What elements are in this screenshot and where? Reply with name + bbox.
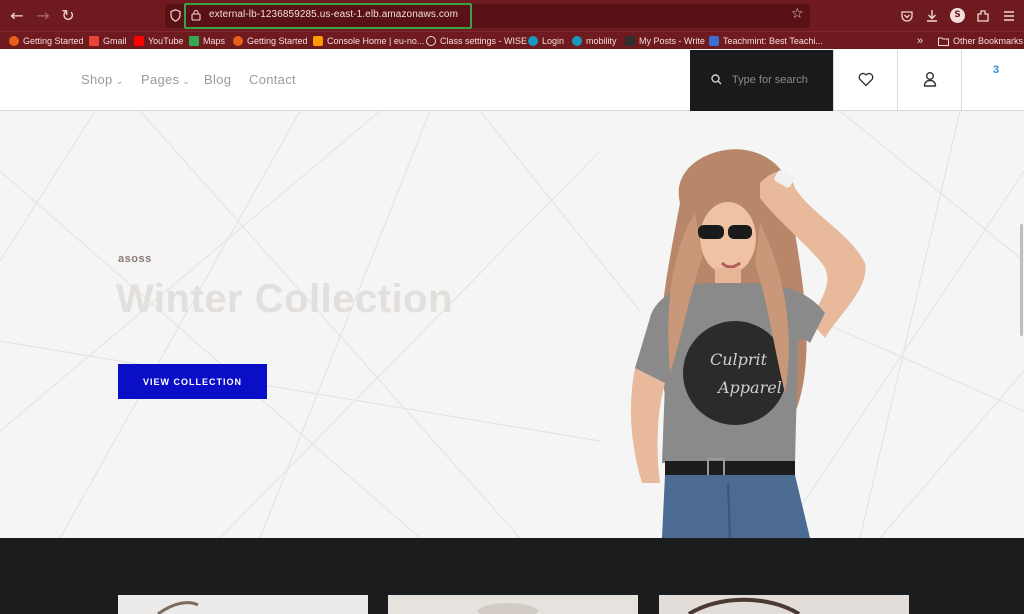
bookmark-label: Class settings - WISE: [440, 36, 528, 46]
bookmark-item[interactable]: Login: [528, 34, 564, 48]
hero-banner: asoss Winter Collection VIEW COLLECTION …: [0, 111, 1024, 538]
salesforce-icon: [528, 36, 538, 46]
other-bookmarks-label: Other Bookmarks: [953, 36, 1024, 46]
chevron-down-icon: ⌄: [182, 76, 191, 86]
globe-icon: [426, 36, 436, 46]
lock-icon[interactable]: [191, 9, 201, 21]
nav-contact[interactable]: Contact: [249, 72, 296, 87]
search-input[interactable]: [732, 71, 827, 89]
view-collection-button[interactable]: VIEW COLLECTION: [118, 364, 267, 399]
shirt-graphic: [683, 321, 787, 425]
search-box: [690, 50, 833, 111]
site-header: Shop⌄ Pages⌄ Blog Contact 3: [0, 50, 1024, 111]
featured-section: [0, 538, 1024, 614]
page-scrollbar[interactable]: [1018, 222, 1024, 342]
maps-icon: [189, 36, 199, 46]
bookmark-label: Teachmint: Best Teachi...: [723, 36, 823, 46]
chevron-down-icon: ⌄: [115, 76, 124, 86]
hero-model-image: Culprit Apparel: [630, 149, 866, 538]
bookmark-label: Getting Started: [247, 36, 308, 46]
bookmark-item[interactable]: Getting Started: [9, 34, 84, 48]
product-card-image: [118, 595, 368, 614]
nav-shop-label: Shop: [81, 72, 113, 87]
bookmark-item[interactable]: mobility: [572, 34, 617, 48]
bookmark-item[interactable]: My Posts - Write: [625, 34, 705, 48]
hero-title: Winter Collection: [116, 277, 454, 321]
bookmark-label: YouTube: [148, 36, 184, 46]
salesforce-icon: [572, 36, 582, 46]
shield-icon[interactable]: [170, 9, 181, 22]
heart-icon: [858, 72, 874, 87]
bookmark-label: Maps: [203, 36, 226, 46]
user-icon: [923, 72, 937, 87]
product-card-image: [659, 595, 909, 614]
nav-pages[interactable]: Pages ⌄: [141, 72, 190, 87]
url-text[interactable]: external-lb-1236859285.us-east-1.elb.ama…: [209, 9, 458, 20]
back-arrow-icon[interactable]: ←: [7, 6, 27, 26]
bookmark-label: Gmail: [103, 36, 127, 46]
product-card[interactable]: [118, 595, 368, 614]
teachmint-icon: [709, 36, 719, 46]
wishlist-button[interactable]: [833, 50, 897, 111]
medium-icon: [625, 36, 635, 46]
download-icon[interactable]: [924, 8, 940, 24]
profile-avatar[interactable]: S: [950, 8, 965, 23]
gmail-icon: [89, 36, 99, 46]
pocket-icon[interactable]: [899, 8, 915, 24]
bookmark-label: Getting Started: [23, 36, 84, 46]
shirt-text-bottom: Apparel: [716, 378, 782, 397]
reload-icon[interactable]: ↻: [58, 6, 78, 26]
extensions-icon[interactable]: [975, 8, 991, 24]
browser-toolbar: ← → ↻ external-lb-1236859285.us-east-1.e…: [0, 0, 1024, 31]
bookmark-item[interactable]: Console Home | eu-no...: [313, 34, 424, 48]
search-icon[interactable]: [711, 74, 722, 85]
cart-count-badge: 3: [993, 64, 1000, 76]
bookmarks-overflow-chevron-icon[interactable]: »: [917, 34, 923, 48]
nav-pages-label: Pages: [141, 72, 180, 87]
account-button[interactable]: [897, 50, 961, 111]
product-card[interactable]: [659, 595, 909, 614]
product-card[interactable]: [388, 595, 638, 614]
bookmark-item[interactable]: YouTube: [134, 34, 183, 48]
bookmark-label: Login: [542, 36, 565, 46]
bookmark-label: mobility: [586, 36, 617, 46]
bookmark-label: My Posts - Write: [639, 36, 705, 46]
other-bookmarks[interactable]: Other Bookmarks: [938, 34, 1023, 48]
firefox-icon: [9, 36, 19, 46]
scrollbar-thumb[interactable]: [1020, 224, 1023, 336]
product-card-image: [388, 595, 638, 614]
hero-eyebrow: asoss: [118, 253, 152, 265]
folder-icon: [938, 37, 949, 46]
bookmark-star-icon[interactable]: ☆: [791, 6, 804, 22]
aws-icon: [313, 36, 323, 46]
bookmark-item[interactable]: Teachmint: Best Teachi...: [709, 34, 823, 48]
nav-shop[interactable]: Shop ⌄: [81, 72, 123, 87]
menu-hamburger-icon[interactable]: [1001, 8, 1017, 24]
nav-blog[interactable]: Blog: [204, 72, 231, 87]
bookmark-label: Console Home | eu-no...: [327, 36, 425, 46]
bookmark-item[interactable]: Getting Started: [233, 34, 308, 48]
shirt-text-top: Culprit: [710, 350, 768, 369]
bookmark-item[interactable]: Class settings - WISE: [426, 34, 527, 48]
forward-arrow-icon[interactable]: →: [33, 6, 53, 26]
bookmark-item[interactable]: Maps: [189, 34, 225, 48]
youtube-icon: [134, 36, 144, 46]
bookmarks-bar: Getting Started Gmail YouTube Maps Getti…: [0, 31, 1024, 49]
bookmark-item[interactable]: Gmail: [89, 34, 127, 48]
firefox-icon: [233, 36, 243, 46]
cart-button[interactable]: [961, 50, 1024, 111]
